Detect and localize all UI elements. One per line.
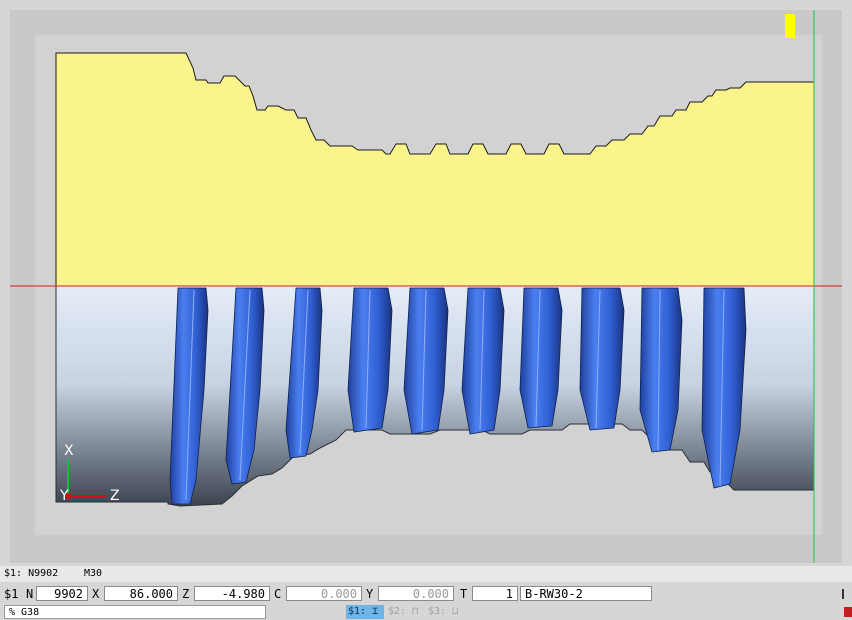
channel-1-tab[interactable]: $1: ⌶ [346, 605, 384, 619]
mode-bar: % G38 $1: ⌶ $2: ⊓ $3: ⊔ [0, 604, 852, 620]
program-end: M30 [84, 568, 103, 579]
channel-2-icon: ⊓ [412, 606, 419, 617]
n-value: 9902 [36, 586, 88, 601]
tool-name: B-RW30-2 [520, 586, 652, 601]
gcode-mode: % G38 [4, 605, 266, 619]
simulation-view[interactable]: X Y Z [10, 10, 842, 563]
y-label: Y [366, 587, 374, 601]
channel-3-label: $3: [428, 606, 447, 617]
channel-1-label: $1: [348, 606, 367, 617]
simulation-canvas: X Y Z [10, 10, 842, 563]
channel-3-icon: ⊔ [452, 606, 459, 617]
side-stop-icon[interactable] [844, 607, 852, 617]
z-value: -4.980 [194, 586, 270, 601]
t-value: 1 [472, 586, 518, 601]
x-value: 86.000 [104, 586, 178, 601]
n-label: N [26, 587, 34, 601]
channel-1-icon: ⌶ [372, 606, 379, 617]
channel-2-tab[interactable]: $2: ⊓ [386, 605, 424, 619]
tool-marker [785, 14, 795, 38]
axis-x-label: X [64, 443, 74, 459]
c-value: 0.000 [286, 586, 362, 601]
axis-y-label: Y [59, 488, 69, 504]
status-bar: $1: N9902 M30 [0, 566, 852, 582]
t-label: T [460, 587, 468, 601]
c-label: C [274, 587, 282, 601]
position-display: $1 N 9902 X 86.000 Z -4.980 C 0.000 Y 0.… [0, 584, 852, 604]
channel-3-tab[interactable]: $3: ⊔ [426, 605, 464, 619]
x-label: X [92, 587, 100, 601]
axis-z-label: Z [110, 488, 120, 504]
channel-label: $1 [4, 587, 19, 601]
side-arrow-icon[interactable] [842, 589, 852, 599]
channel-block: $1: N9902 [4, 568, 59, 579]
z-label: Z [182, 587, 190, 601]
channel-2-label: $2: [388, 606, 407, 617]
y-value: 0.000 [378, 586, 454, 601]
